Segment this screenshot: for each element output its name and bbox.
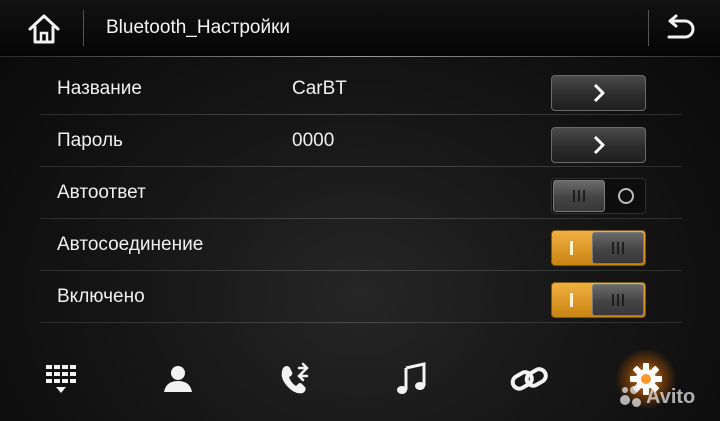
- dialpad-icon: [46, 365, 76, 393]
- music-icon: [397, 362, 426, 394]
- link-icon: [510, 367, 548, 391]
- setting-value: CarBT: [292, 78, 347, 99]
- setting-row-auto-connect: Автосоединение: [40, 219, 682, 271]
- setting-row-enabled: Включено: [40, 271, 682, 323]
- setting-label: Автосоединение: [57, 234, 204, 255]
- nav-music[interactable]: [377, 356, 447, 402]
- header-divider-right: [648, 10, 649, 46]
- avito-watermark: Avito: [620, 384, 710, 410]
- edit-name-button[interactable]: [551, 75, 646, 111]
- home-icon: [28, 14, 60, 44]
- auto-connect-toggle[interactable]: [551, 230, 646, 266]
- contacts-icon: [164, 366, 192, 392]
- setting-row-auto-answer: Автоответ: [40, 167, 682, 219]
- setting-label: Название: [57, 78, 142, 99]
- setting-label: Автоответ: [57, 182, 146, 203]
- edit-password-button[interactable]: [551, 127, 646, 163]
- toggle-on-indicator: [570, 241, 573, 255]
- watermark-text: Avito: [646, 385, 696, 408]
- setting-row-password: Пароль 0000: [40, 115, 682, 167]
- bluetooth-enabled-toggle[interactable]: [551, 282, 646, 318]
- back-button[interactable]: [652, 8, 706, 50]
- header-divider-left: [83, 10, 84, 46]
- page-title: Bluetooth_Настройки: [106, 17, 291, 38]
- toggle-knob: [592, 284, 644, 316]
- toggle-off-indicator: [618, 188, 634, 204]
- setting-label: Включено: [57, 286, 145, 307]
- nav-contacts[interactable]: [143, 356, 213, 402]
- setting-label: Пароль: [57, 130, 123, 151]
- toggle-on-indicator: [570, 293, 573, 307]
- call-log-icon: [281, 362, 309, 394]
- nav-dialpad[interactable]: [26, 356, 96, 402]
- nav-link[interactable]: [494, 356, 564, 402]
- chevron-right-icon: [593, 135, 604, 155]
- bottom-nav-bar: [0, 342, 720, 421]
- setting-row-name: Название CarBT: [40, 63, 682, 115]
- back-arrow-icon: [667, 14, 695, 39]
- chevron-right-icon: [593, 83, 604, 103]
- toggle-knob: [553, 180, 605, 212]
- setting-value: 0000: [292, 130, 335, 151]
- avito-logo-icon: [620, 386, 642, 408]
- top-bar: Bluetooth_Настройки: [0, 0, 720, 57]
- auto-answer-toggle[interactable]: [551, 178, 646, 214]
- toggle-knob: [592, 232, 644, 264]
- nav-call-log[interactable]: [260, 356, 330, 402]
- home-button[interactable]: [20, 8, 68, 50]
